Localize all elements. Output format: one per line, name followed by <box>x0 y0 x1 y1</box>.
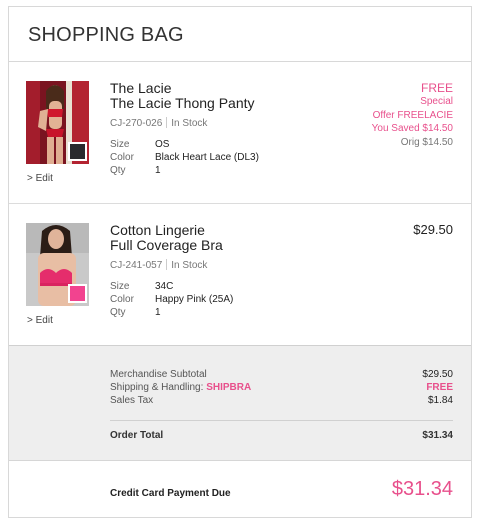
payment-due-amount: $31.34 <box>391 478 453 500</box>
order-summary: Merchandise Subtotal $29.50 Shipping & H… <box>9 346 471 461</box>
bag-header: SHOPPING BAG <box>9 7 471 62</box>
item-sku: CJ-241-057 <box>110 260 163 271</box>
sku-divider <box>166 259 168 270</box>
item-attributes: Size 34C Color Happy Pink (25A) Qty 1 <box>110 280 350 319</box>
price-value: $29.50 <box>413 222 453 237</box>
bag-item: > Edit Cotton Lingerie Full Coverage Bra… <box>9 204 471 346</box>
product-image[interactable] <box>26 81 89 164</box>
tax-label: Sales Tax <box>110 395 154 406</box>
item-name-line1[interactable]: Cotton Lingerie <box>110 223 350 238</box>
size-value: 34C <box>155 281 174 292</box>
color-swatch <box>68 284 87 303</box>
stock-status: In Stock <box>171 260 208 271</box>
item-info: Cotton Lingerie Full Coverage Bra CJ-241… <box>110 223 350 319</box>
price-orig: Orig $14.50 <box>400 136 453 148</box>
qty-label: Qty <box>110 165 126 176</box>
price-saved: You Saved $14.50 <box>371 123 453 134</box>
tax-value: $1.84 <box>427 395 453 406</box>
merch-subtotal-label: Merchandise Subtotal <box>110 369 207 380</box>
order-total-value: $31.34 <box>422 430 453 441</box>
product-image[interactable] <box>26 223 89 306</box>
edit-link[interactable]: > Edit <box>27 173 53 184</box>
qty-value: 1 <box>155 307 161 318</box>
shipping-value: FREE <box>426 382 453 393</box>
item-attributes: Size OS Color Black Heart Lace (DL3) Qty 1 <box>110 138 350 177</box>
tax-row: Sales Tax $1.84 <box>110 394 453 407</box>
order-total-row: Order Total $31.34 <box>110 430 453 441</box>
sku-divider <box>166 117 168 128</box>
item-sku: CJ-270-026 <box>110 118 163 129</box>
order-total-label: Order Total <box>110 430 164 441</box>
price-free: FREE <box>420 81 453 95</box>
size-label: Size <box>110 139 130 150</box>
item-name-line2[interactable]: The Lacie Thong Panty <box>110 96 350 111</box>
bag-item: > Edit The Lacie The Lacie Thong Panty C… <box>9 62 471 204</box>
page-title: SHOPPING BAG <box>28 24 184 46</box>
item-name-line2[interactable]: Full Coverage Bra <box>110 238 350 253</box>
item-name-line1[interactable]: The Lacie <box>110 81 350 96</box>
edit-link[interactable]: > Edit <box>27 315 53 326</box>
item-sku-row: CJ-241-057 In Stock <box>110 259 350 271</box>
item-price: FREE Special Offer FREELACIE You Saved $… <box>372 81 453 149</box>
price-special: Special <box>420 96 453 107</box>
shipping-code: SHIPBRA <box>206 382 252 393</box>
payment-due: Credit Card Payment Due $31.34 <box>9 461 471 517</box>
color-value: Black Heart Lace (DL3) <box>155 152 259 163</box>
item-price: $29.50 <box>413 223 453 237</box>
shipping-label: Shipping & Handling: <box>110 382 204 393</box>
color-value: Happy Pink (25A) <box>155 294 234 305</box>
payment-due-label: Credit Card Payment Due <box>110 488 231 499</box>
color-swatch <box>68 142 87 161</box>
shopping-bag-panel: SHOPPING BAG > Edit The Lacie The Lacie … <box>8 6 472 518</box>
size-value: OS <box>155 139 170 150</box>
size-label: Size <box>110 281 130 292</box>
item-info: The Lacie The Lacie Thong Panty CJ-270-0… <box>110 81 350 177</box>
item-sku-row: CJ-270-026 In Stock <box>110 117 350 129</box>
price-offer: Offer FREELACIE <box>372 109 453 121</box>
merch-subtotal-value: $29.50 <box>422 369 453 380</box>
color-label: Color <box>110 294 134 305</box>
color-label: Color <box>110 152 134 163</box>
summary-divider <box>110 420 453 421</box>
shipping-label-group: Shipping & Handling: SHIPBRA <box>110 381 251 394</box>
shipping-row: Shipping & Handling: SHIPBRA FREE <box>110 381 453 394</box>
stock-status: In Stock <box>171 118 208 129</box>
summary-lines: Merchandise Subtotal $29.50 Shipping & H… <box>110 368 453 407</box>
qty-value: 1 <box>155 165 161 176</box>
merch-subtotal-row: Merchandise Subtotal $29.50 <box>110 368 453 381</box>
qty-label: Qty <box>110 307 126 318</box>
